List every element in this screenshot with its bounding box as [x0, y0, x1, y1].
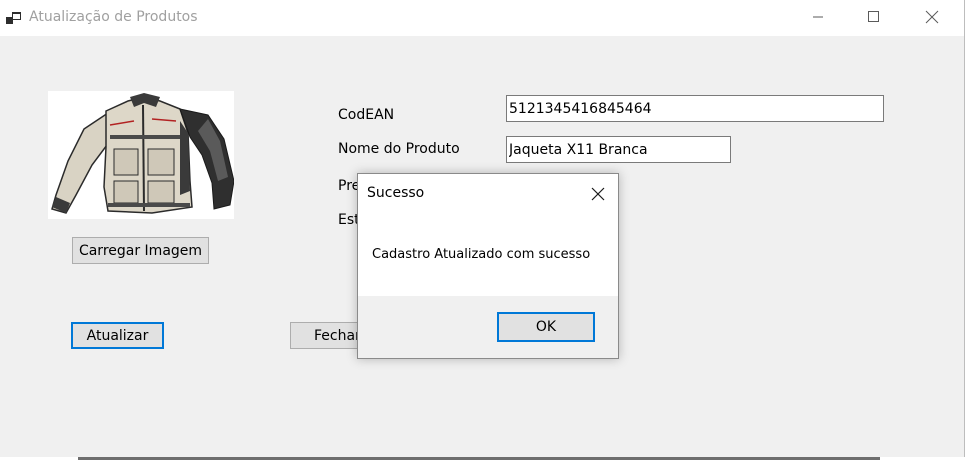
dialog-footer: OK — [358, 296, 618, 358]
codean-label: CodEAN — [338, 107, 395, 123]
dialog-message: Cadastro Atualizado com sucesso — [372, 247, 591, 262]
minimize-icon — [813, 16, 823, 18]
close-icon — [591, 187, 605, 201]
minimize-button[interactable] — [795, 0, 841, 34]
dialog-close-button[interactable] — [584, 182, 612, 206]
update-button[interactable]: Atualizar — [71, 322, 164, 349]
jacket-product-image — [48, 91, 235, 219]
maximize-icon — [868, 11, 879, 22]
window-title: Atualização de Produtos — [29, 9, 198, 25]
title-bar[interactable]: Atualização de Produtos — [0, 0, 964, 36]
maximize-button[interactable] — [851, 0, 897, 34]
close-icon — [925, 10, 939, 24]
ok-button[interactable]: OK — [497, 312, 595, 342]
close-button[interactable] — [909, 0, 955, 34]
product-name-input[interactable] — [506, 136, 731, 163]
load-image-button[interactable]: Carregar Imagem — [72, 237, 209, 264]
product-image — [48, 91, 235, 219]
success-dialog: Sucesso Cadastro Atualizado com sucesso … — [357, 173, 619, 359]
main-window: Atualização de Produtos Carregar Imagem … — [0, 0, 965, 457]
codean-input[interactable] — [506, 95, 884, 122]
app-window-icon — [6, 10, 22, 24]
product-name-label: Nome do Produto — [338, 141, 460, 157]
dialog-title: Sucesso — [367, 185, 425, 201]
